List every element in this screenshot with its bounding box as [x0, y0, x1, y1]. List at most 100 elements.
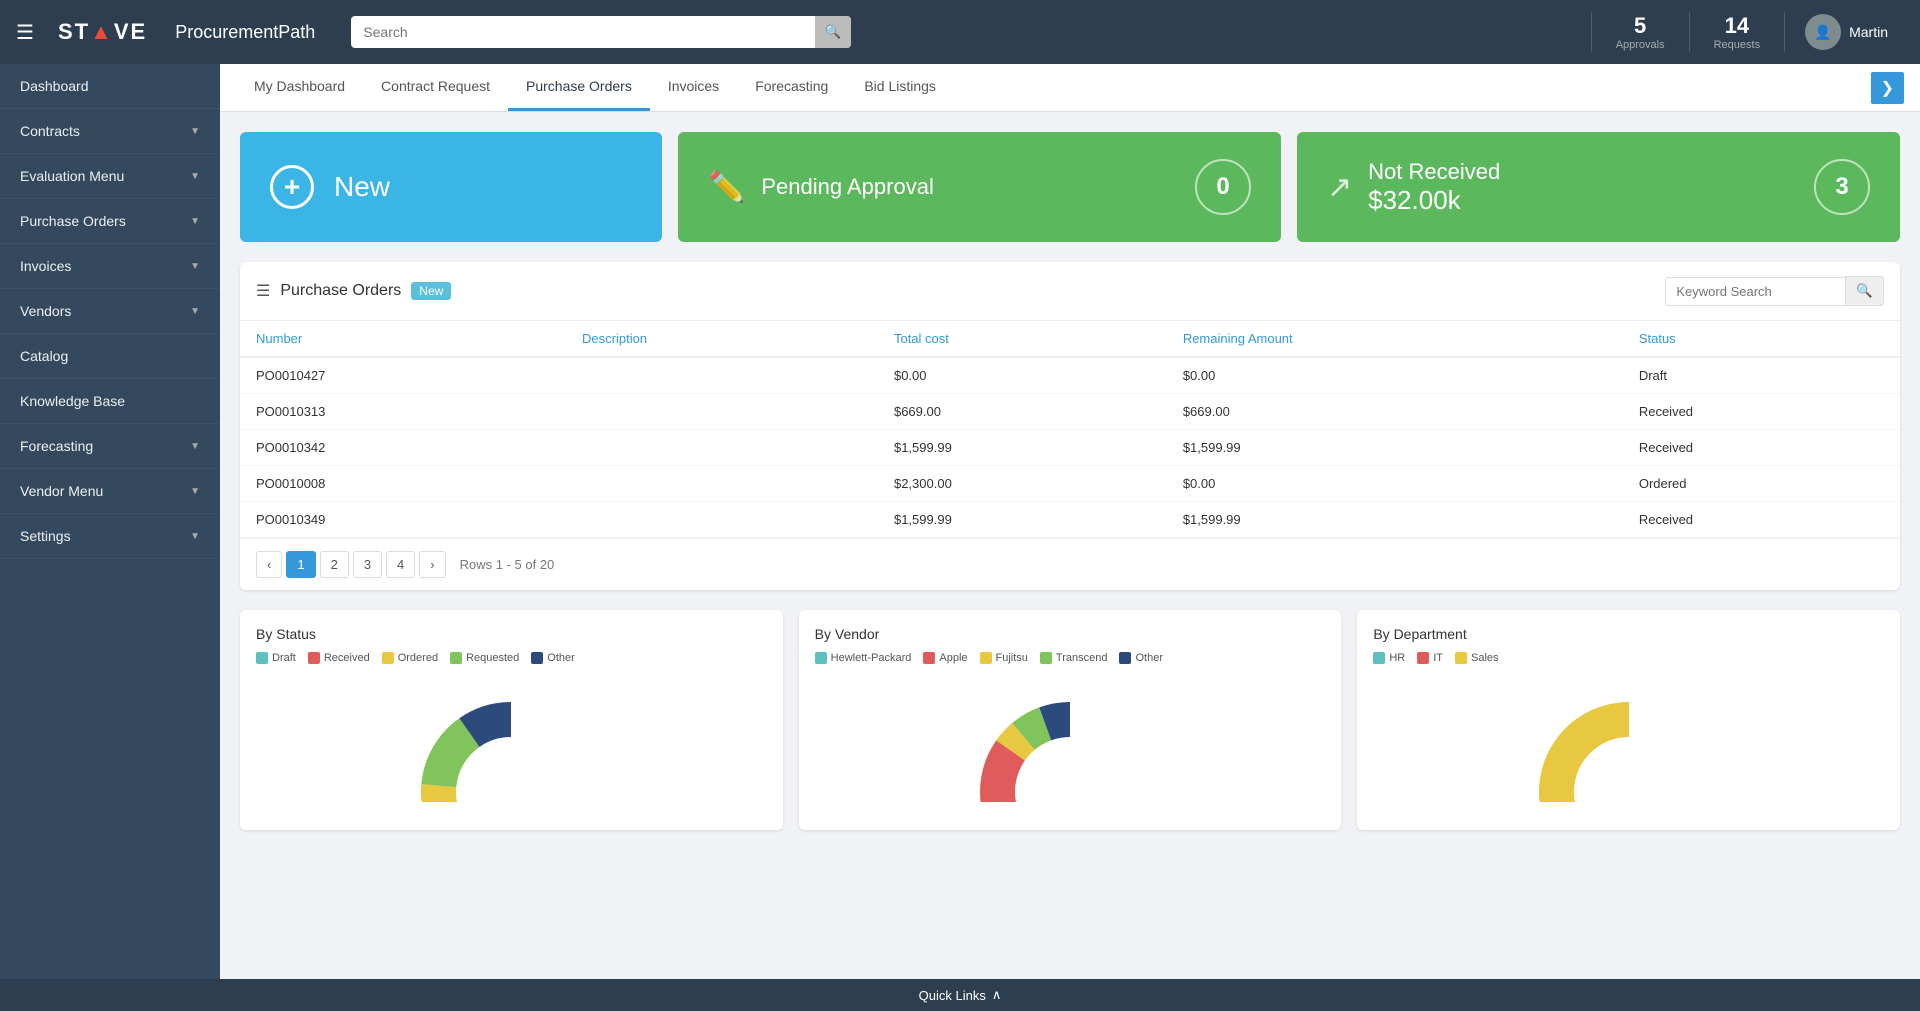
tab-purchase-orders[interactable]: Purchase Orders — [508, 64, 650, 111]
legend-label: Requested — [466, 652, 519, 664]
table-cell: $1,599.99 — [1167, 502, 1623, 538]
po-header: ☰ Purchase Orders New 🔍 — [240, 262, 1900, 321]
tab-bid-listings[interactable]: Bid Listings — [846, 64, 954, 111]
table-cell: PO0010342 — [240, 430, 566, 466]
sidebar-item-vendors[interactable]: Vendors▼ — [0, 289, 220, 334]
legend-dot — [256, 652, 268, 664]
legend-label: Received — [324, 652, 370, 664]
table-cell: $669.00 — [1167, 394, 1623, 430]
nav-divider-3 — [1784, 12, 1785, 52]
quick-links-arrow: ∧ — [992, 987, 1002, 1003]
prev-page-button[interactable]: ‹ — [256, 551, 282, 578]
sidebar-item-contracts[interactable]: Contracts▼ — [0, 109, 220, 154]
col-remaining-amount[interactable]: Remaining Amount — [1167, 321, 1623, 357]
tab-invoices[interactable]: Invoices — [650, 64, 737, 111]
next-page-button[interactable]: › — [419, 551, 445, 578]
tab-my-dashboard[interactable]: My Dashboard — [236, 64, 363, 111]
page-1-button[interactable]: 1 — [286, 551, 315, 578]
sidebar-label: Vendors — [20, 303, 71, 319]
not-received-label: Not Received — [1368, 159, 1500, 185]
table-row[interactable]: PO0010427$0.00$0.00Draft — [240, 357, 1900, 394]
plus-icon: + — [270, 165, 314, 209]
hamburger-icon[interactable]: ☰ — [16, 20, 34, 45]
legend-label: Other — [1135, 652, 1163, 664]
page-3-button[interactable]: 3 — [353, 551, 382, 578]
by-status-title: By Status — [256, 626, 767, 642]
sidebar-item-dashboard[interactable]: Dashboard — [0, 64, 220, 109]
main-content: My DashboardContract RequestPurchase Ord… — [220, 64, 1920, 979]
layout: DashboardContracts▼Evaluation Menu▼Purch… — [0, 64, 1920, 979]
sidebar-item-forecasting[interactable]: Forecasting▼ — [0, 424, 220, 469]
sidebar-item-vendor-menu[interactable]: Vendor Menu▼ — [0, 469, 220, 514]
chart-segment — [1539, 702, 1629, 802]
user-name: Martin — [1849, 24, 1888, 40]
not-received-text: Not Received $32.00k — [1368, 159, 1500, 216]
legend-label: HR — [1389, 652, 1405, 664]
sidebar-item-settings[interactable]: Settings▼ — [0, 514, 220, 559]
col-number[interactable]: Number — [240, 321, 566, 357]
sidebar-label: Purchase Orders — [20, 213, 126, 229]
new-card-label: New — [334, 171, 390, 203]
legend-label: Draft — [272, 652, 296, 664]
pending-approval-card[interactable]: ✏️ Pending Approval 0 — [678, 132, 1281, 242]
bottom-bar[interactable]: Quick Links ∧ — [0, 979, 1920, 1011]
table-row[interactable]: PO0010349$1,599.99$1,599.99Received — [240, 502, 1900, 538]
table-cell — [566, 430, 878, 466]
sidebar-arrow-icon: ▼ — [190, 171, 200, 182]
page-4-button[interactable]: 4 — [386, 551, 415, 578]
table-row[interactable]: PO0010313$669.00$669.00Received — [240, 394, 1900, 430]
sidebar-label: Invoices — [20, 258, 71, 274]
search-button[interactable]: 🔍 — [815, 16, 852, 48]
not-received-badge: 3 — [1814, 159, 1870, 215]
legend-item: Fujitsu — [980, 652, 1028, 664]
col-status[interactable]: Status — [1623, 321, 1900, 357]
collapse-button[interactable]: ❯ — [1871, 72, 1904, 104]
sidebar-arrow-icon: ▼ — [190, 126, 200, 137]
pending-label: Pending Approval — [761, 174, 933, 200]
top-nav: ☰ ST▲VE ProcurementPath 🔍 5 Approvals 14… — [0, 0, 1920, 64]
approvals-stat[interactable]: 5 Approvals — [1596, 13, 1685, 51]
table-cell: $0.00 — [878, 357, 1167, 394]
table-cell: PO0010008 — [240, 466, 566, 502]
legend-item: IT — [1417, 652, 1443, 664]
by-status-legend: DraftReceivedOrderedRequestedOther — [256, 652, 767, 664]
table-row[interactable]: PO0010342$1,599.99$1,599.99Received — [240, 430, 1900, 466]
legend-item: Other — [1119, 652, 1163, 664]
by-status-svg — [411, 672, 611, 802]
legend-item: Ordered — [382, 652, 438, 664]
legend-dot — [815, 652, 827, 664]
pagination: ‹1234› Rows 1 - 5 of 20 — [240, 538, 1900, 590]
table-cell: $1,599.99 — [878, 502, 1167, 538]
by-department-title: By Department — [1373, 626, 1884, 642]
keyword-input[interactable] — [1665, 277, 1845, 306]
sidebar-item-knowledge-base[interactable]: Knowledge Base — [0, 379, 220, 424]
not-received-card[interactable]: ↗ Not Received $32.00k 3 — [1297, 132, 1900, 242]
rows-info: Rows 1 - 5 of 20 — [460, 557, 555, 572]
tab-contract-request[interactable]: Contract Request — [363, 64, 508, 111]
sidebar-arrow-icon: ▼ — [190, 486, 200, 497]
user-profile[interactable]: 👤 Martin — [1789, 14, 1904, 50]
legend-label: Transcend — [1056, 652, 1108, 664]
col-total-cost[interactable]: Total cost — [878, 321, 1167, 357]
col-description[interactable]: Description — [566, 321, 878, 357]
sidebar-item-purchase-orders[interactable]: Purchase Orders ▼ — [0, 199, 220, 244]
legend-dot — [1040, 652, 1052, 664]
requests-stat[interactable]: 14 Requests — [1694, 13, 1780, 51]
legend-label: Apple — [939, 652, 967, 664]
page-2-button[interactable]: 2 — [320, 551, 349, 578]
table-row[interactable]: PO0010008$2,300.00$0.00Ordered — [240, 466, 1900, 502]
keyword-search-button[interactable]: 🔍 — [1845, 276, 1884, 306]
tab-bar: My DashboardContract RequestPurchase Ord… — [220, 64, 1920, 112]
po-new-badge[interactable]: New — [411, 282, 451, 300]
sidebar-arrow-icon: ▼ — [190, 216, 200, 227]
by-department-chart: By Department HRITSales — [1357, 610, 1900, 830]
pending-text: Pending Approval — [761, 174, 933, 200]
sidebar-item-evaluation-menu[interactable]: Evaluation Menu▼ — [0, 154, 220, 199]
tab-forecasting[interactable]: Forecasting — [737, 64, 846, 111]
search-input[interactable] — [351, 16, 851, 48]
sidebar-item-invoices[interactable]: Invoices▼ — [0, 244, 220, 289]
by-status-chart: By Status DraftReceivedOrderedRequestedO… — [240, 610, 783, 830]
new-card[interactable]: + New — [240, 132, 662, 242]
sidebar-item-catalog[interactable]: Catalog — [0, 334, 220, 379]
sidebar: DashboardContracts▼Evaluation Menu▼Purch… — [0, 64, 220, 979]
